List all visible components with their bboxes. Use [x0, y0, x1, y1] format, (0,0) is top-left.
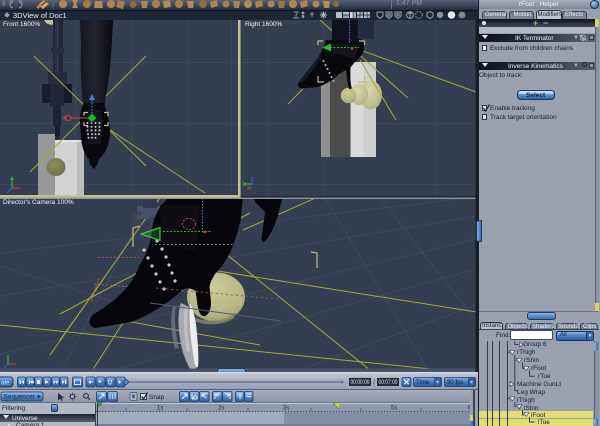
svg-text:2s: 2s: [218, 406, 224, 412]
svg-text:1s: 1s: [157, 406, 163, 412]
svg-text:Sequencer: Sequencer: [4, 394, 36, 401]
svg-text:Snap: Snap: [149, 394, 165, 401]
svg-text:00:07:00: 00:07:00: [379, 380, 399, 386]
svg-text:5s: 5s: [391, 406, 397, 412]
svg-text:/: /: [373, 380, 375, 387]
svg-text:Time: Time: [416, 380, 430, 386]
svg-text:30 fps: 30 fps: [447, 380, 463, 386]
svg-text:ate: ate: [1, 381, 10, 387]
svg-text:00:00:00: 00:00:00: [351, 380, 371, 386]
svg-text:3s: 3s: [283, 406, 289, 412]
